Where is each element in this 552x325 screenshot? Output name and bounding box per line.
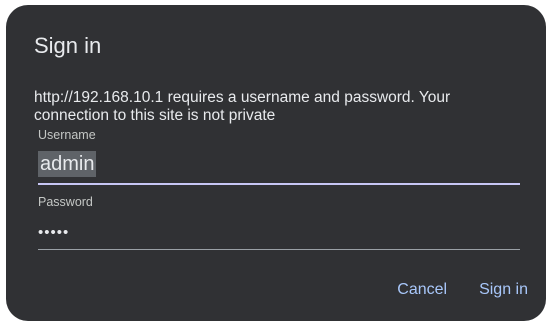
dialog-actions: Cancel Sign in: [393, 276, 532, 304]
password-value[interactable]: •••••: [38, 224, 69, 242]
username-field[interactable]: admin: [38, 148, 520, 185]
username-label: Username: [38, 128, 96, 142]
password-field[interactable]: •••••: [38, 218, 520, 250]
sign-in-dialog: Sign in http://192.168.10.1 requires a u…: [6, 5, 546, 321]
cancel-button[interactable]: Cancel: [393, 276, 451, 304]
password-label: Password: [38, 195, 93, 209]
username-value[interactable]: admin: [38, 151, 97, 177]
dialog-title: Sign in: [34, 33, 102, 58]
dialog-message: http://192.168.10.1 requires a username …: [34, 89, 451, 124]
sign-in-button[interactable]: Sign in: [475, 276, 532, 304]
